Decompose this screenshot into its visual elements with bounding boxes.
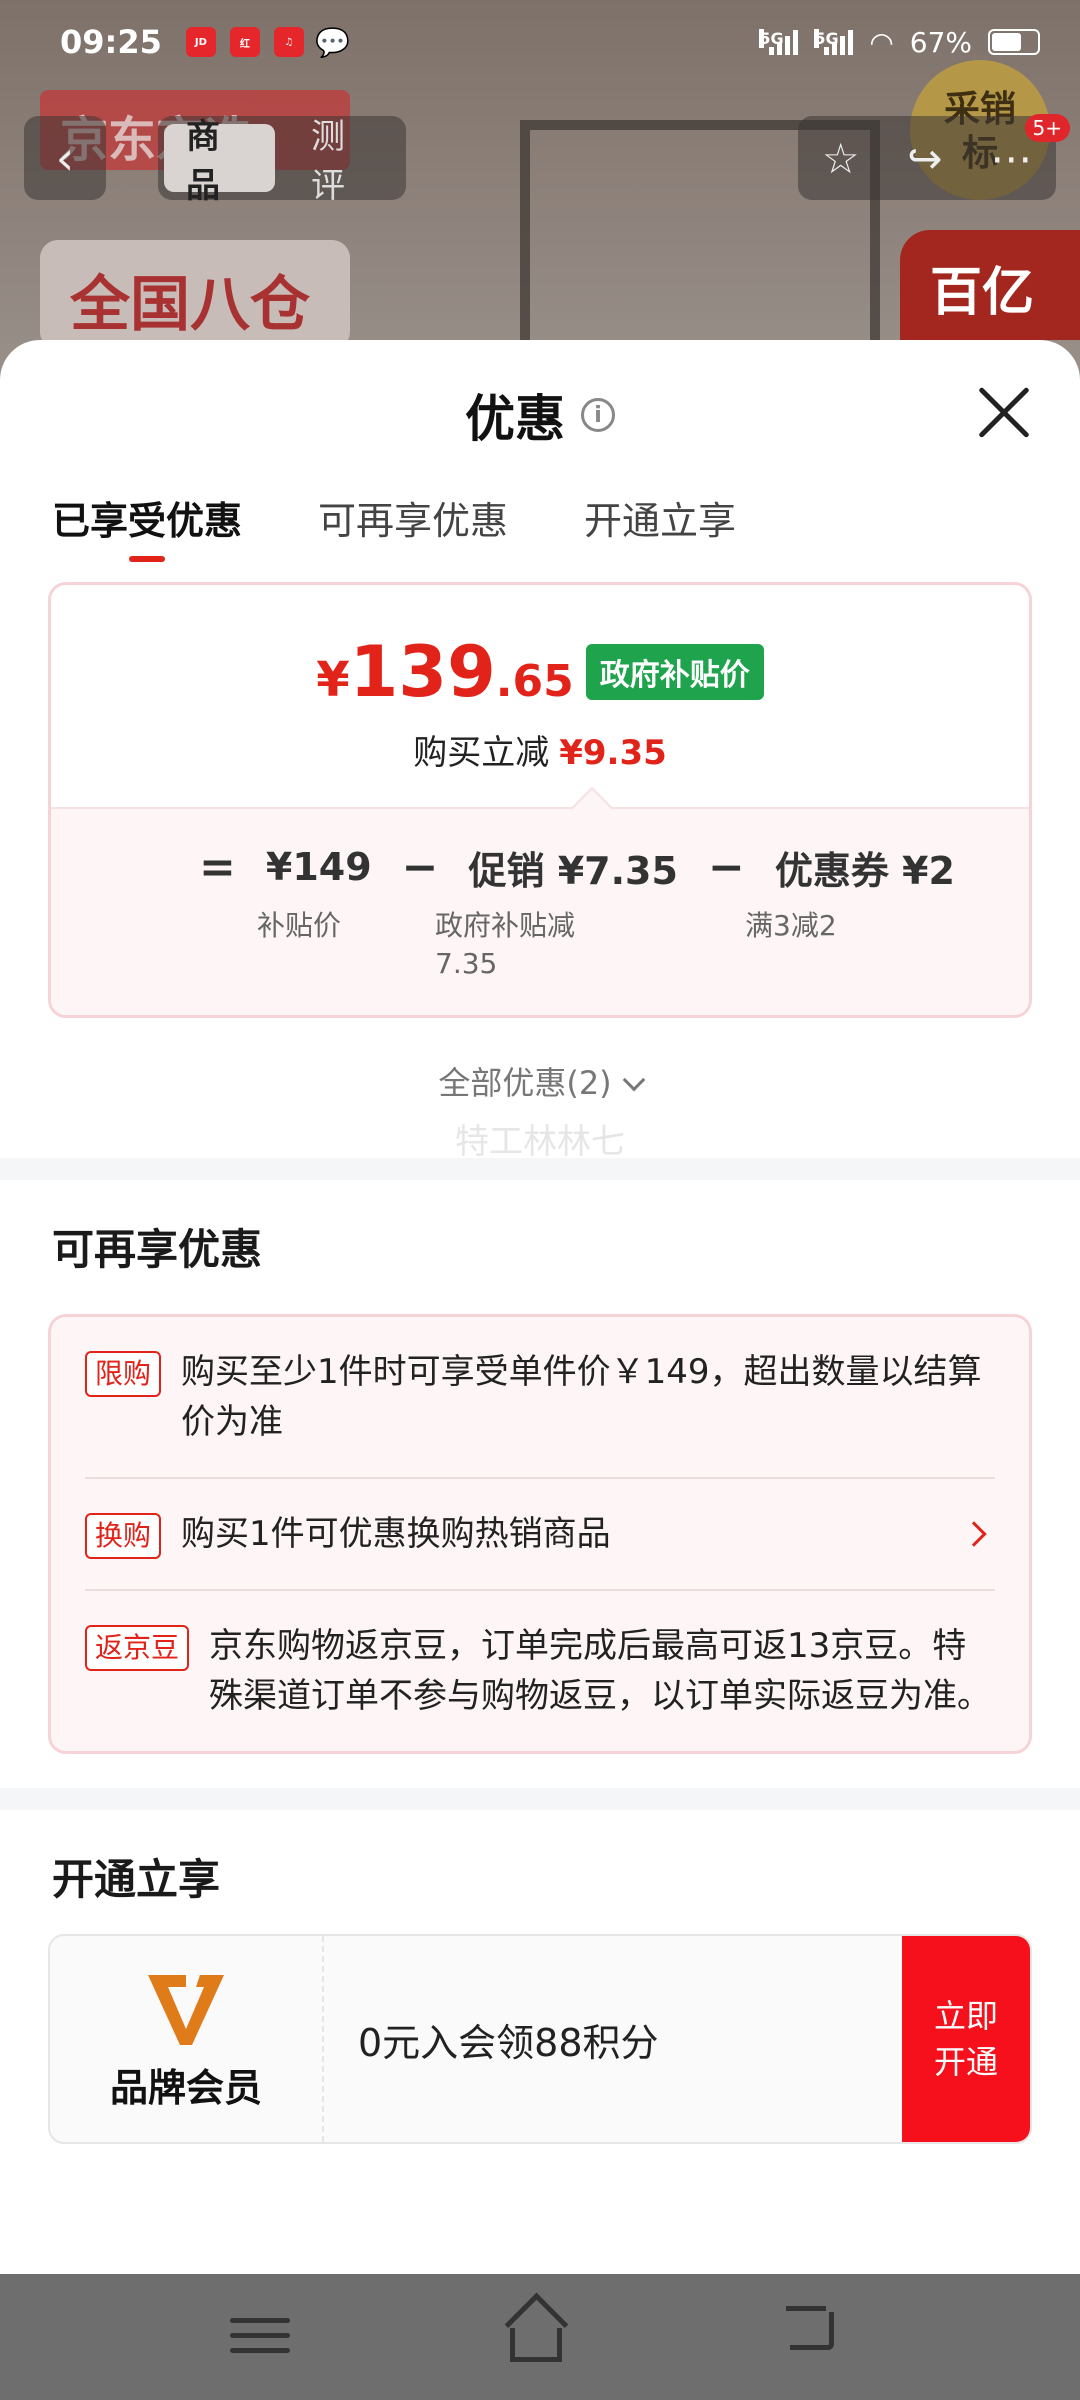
more-offers-title: 可再享优惠	[52, 1225, 263, 1274]
tab-enjoyed[interactable]: 已享受优惠	[52, 490, 242, 560]
list-item: 限购 购买至少1件时可享受单件价￥149，超出数量以结算价为准	[85, 1317, 995, 1479]
equals-sign: =	[199, 841, 236, 893]
offer-tag: 返京豆	[85, 1625, 190, 1671]
promo-discount: 促销 ¥7.35	[468, 848, 678, 893]
price-breakdown: = ¥149 − 促销 ¥7.35 − 优惠券 ¥2 补贴价 政府补贴减 7.3…	[51, 807, 1029, 1015]
info-icon[interactable]: i	[581, 398, 615, 432]
minus-sign: −	[401, 841, 439, 893]
instant-reduction: 购买立减 ¥9.35	[51, 725, 1029, 774]
signal-icon: 5G	[814, 29, 854, 55]
final-price: ¥ 139 .65 政府补贴价	[51, 631, 1029, 713]
price-decimal: .65	[495, 656, 574, 707]
base-label: 补贴价	[257, 909, 342, 942]
battery-percent: 67%	[909, 25, 972, 59]
tab-review[interactable]: 测评	[289, 117, 400, 206]
netease-music-icon: ♫	[273, 27, 304, 57]
promo-label-line1: 政府补贴减	[435, 909, 576, 942]
join-member-button[interactable]: 立即开通	[902, 1936, 1030, 2142]
discount-tabs: 已享受优惠 可再享优惠 开通立享	[0, 490, 1080, 580]
warehouse-sticker: 全国八仓	[40, 240, 350, 350]
price-card: ¥ 139 .65 政府补贴价 购买立减 ¥9.35 = ¥149 − 促销 ¥7…	[48, 582, 1032, 1018]
list-item[interactable]: 换购 购买1件可优惠换购热销商品	[85, 1479, 995, 1591]
nav-actions: ☆ ↪ ⋯ 5+	[798, 114, 1070, 200]
product-top-nav: ‹ 商品 测评 ☆ ↪ ⋯ 5+	[24, 114, 1070, 206]
brand-member-card: 品牌会员 0元入会领88积分 立即开通	[48, 1934, 1032, 2144]
red-promo-tag: 百亿	[900, 230, 1080, 340]
message-badge: 5+	[1024, 114, 1070, 142]
reduction-label: 购买立减	[413, 733, 550, 773]
battery-icon	[988, 29, 1040, 55]
jd-app-icon: JD	[185, 27, 216, 57]
wifi-icon: ◠	[869, 25, 894, 59]
section-divider	[0, 1788, 1080, 1810]
open-enjoy-title: 开通立享	[52, 1855, 221, 1904]
signal-icon: 5G	[759, 29, 799, 55]
member-benefit-text: 0元入会领88积分	[358, 2020, 659, 2065]
share-icon[interactable]: ↪	[907, 134, 942, 183]
price-integer: 139	[349, 631, 496, 713]
tab-open-enjoy[interactable]: 开通立享	[584, 490, 736, 560]
chevron-down-icon	[622, 1068, 645, 1092]
more-offers-list: 限购 购买至少1件时可享受单件价￥149，超出数量以结算价为准 换购 购买1件可…	[48, 1314, 1032, 1754]
status-time: 09:25	[60, 23, 162, 61]
back-icon[interactable]: ‹	[24, 116, 106, 200]
gov-subsidy-tag: 政府补贴价	[585, 644, 764, 700]
tab-product[interactable]: 商品	[164, 117, 275, 206]
minus-sign: −	[707, 841, 745, 893]
offer-text: 购买至少1件时可享受单件价￥149，超出数量以结算价为准	[181, 1352, 982, 1442]
xiaohongshu-icon: 红	[229, 27, 260, 57]
offer-text: 购买1件可优惠换购热销商品	[181, 1514, 611, 1554]
coupon-label: 满3减2	[745, 909, 837, 942]
discount-sheet: 优惠 i 已享受优惠 可再享优惠 开通立享 ¥ 139 .65 政府补贴价 购买…	[0, 340, 1080, 2274]
offer-tag: 换购	[85, 1513, 162, 1559]
close-icon[interactable]	[976, 384, 1032, 440]
reduction-value: ¥9.35	[559, 733, 667, 773]
home-icon[interactable]	[510, 2312, 570, 2362]
member-label: 品牌会员	[109, 2065, 262, 2110]
tab-more-offers[interactable]: 可再享优惠	[318, 490, 508, 560]
sheet-header: 优惠 i	[0, 340, 1080, 490]
offer-text: 京东购物返京豆，订单完成后最高可返13京豆。特殊渠道订单不参与购物返豆，以订单实…	[209, 1626, 992, 1716]
list-item: 返京豆 京东购物返京豆，订单完成后最高可返13京豆。特殊渠道订单不参与购物返豆，…	[85, 1591, 995, 1751]
watermark: 特工林林七	[455, 1122, 625, 1162]
all-offers-toggle[interactable]: 全部优惠(2)	[0, 1058, 1080, 1118]
status-bar: 09:25 JD 红 ♫ 💬 5G 5G ◠ 67%	[0, 0, 1080, 84]
back-nav-icon[interactable]	[786, 2306, 850, 2362]
more-icon[interactable]: ⋯	[990, 134, 1032, 183]
system-nav-bar	[0, 2274, 1080, 2400]
price-currency: ¥	[316, 652, 350, 708]
star-icon[interactable]: ☆	[822, 134, 860, 183]
offer-tag: 限购	[85, 1351, 162, 1397]
sheet-title: 优惠	[465, 390, 565, 448]
brand-logo-icon	[148, 1974, 224, 2045]
product-tabs: 商品 测评	[158, 116, 406, 206]
coupon-discount: 优惠券 ¥2	[774, 848, 955, 893]
promo-label-line2: 7.35	[435, 947, 498, 980]
wechat-icon: 💬	[315, 25, 351, 59]
subsidy-base-price: ¥149	[265, 845, 372, 889]
menu-icon[interactable]	[230, 2312, 290, 2362]
